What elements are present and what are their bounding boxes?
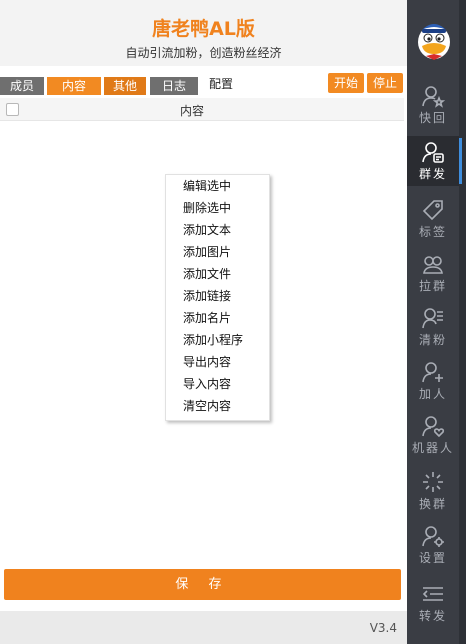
status-bar: V3.4 bbox=[0, 611, 407, 644]
user-heart-icon bbox=[422, 416, 445, 438]
sidebar-item-label: 加人 bbox=[418, 387, 447, 401]
menu-item-clear-content[interactable]: 清空内容 bbox=[183, 397, 231, 415]
sidebar-item-label: 快回 bbox=[418, 111, 447, 125]
sidebar-item-quick-reply[interactable]: 快回 bbox=[407, 80, 459, 130]
sidebar-item-label: 转发 bbox=[418, 609, 447, 623]
context-menu: 编辑选中 删除选中 添加文本 添加图片 添加文件 添加链接 添加名片 添加小程序… bbox=[165, 174, 270, 421]
group-icon bbox=[423, 256, 443, 274]
config-label: 配置 bbox=[209, 77, 234, 91]
app-title: 唐老鸭AL版 bbox=[152, 18, 255, 40]
sidebar-item-add-people[interactable]: 加人 bbox=[407, 356, 459, 406]
stop-button[interactable]: 停止 bbox=[367, 73, 403, 93]
column-header-content: 内容 bbox=[179, 104, 204, 118]
user-message-icon bbox=[422, 142, 444, 163]
sidebar-item-switch-group[interactable]: 换群 bbox=[407, 466, 459, 516]
user-add-icon bbox=[422, 362, 443, 383]
sidebar-item-settings[interactable]: 设置 bbox=[407, 520, 459, 570]
sidebar-item-clean-fans[interactable]: 清粉 bbox=[407, 302, 459, 352]
sidebar-item-label: 拉群 bbox=[418, 279, 447, 293]
sidebar-item-label: 设置 bbox=[418, 551, 447, 565]
sidebar-item-label: 机器人 bbox=[411, 441, 454, 455]
menu-item-add-miniprogram[interactable]: 添加小程序 bbox=[183, 331, 243, 349]
sidebar-edge bbox=[459, 0, 466, 644]
sidebar-item-robot[interactable]: 机器人 bbox=[407, 410, 459, 460]
sparkle-icon bbox=[423, 472, 443, 492]
menu-item-add-card[interactable]: 添加名片 bbox=[183, 309, 231, 327]
tab-bar: 成员 内容 其他 日志 配置 开始 停止 bbox=[0, 72, 407, 96]
table-header: 内容 bbox=[0, 98, 404, 121]
menu-item-add-link[interactable]: 添加链接 bbox=[183, 287, 231, 305]
user-gear-icon bbox=[422, 526, 444, 547]
sidebar-item-tags[interactable]: 标签 bbox=[407, 194, 459, 244]
tab-log[interactable]: 日志 bbox=[150, 77, 198, 95]
sidebar-item-label: 换群 bbox=[418, 497, 447, 511]
forward-list-icon bbox=[422, 587, 443, 601]
version-label: V3.4 bbox=[369, 621, 397, 635]
user-list-icon bbox=[422, 308, 443, 329]
menu-item-add-text[interactable]: 添加文本 bbox=[183, 221, 231, 239]
sidebar-item-label: 群发 bbox=[418, 167, 447, 181]
active-indicator bbox=[459, 138, 462, 184]
save-button[interactable]: 保 存 bbox=[4, 569, 401, 600]
menu-item-export-content[interactable]: 导出内容 bbox=[183, 353, 231, 371]
main-panel: 唐老鸭AL版 自动引流加粉，创造粉丝经济 成员 内容 其他 日志 配置 开始 停… bbox=[0, 0, 407, 644]
tab-content[interactable]: 内容 bbox=[47, 77, 101, 95]
sidebar-item-pull-group[interactable]: 拉群 bbox=[407, 248, 459, 298]
menu-item-delete-selected[interactable]: 删除选中 bbox=[183, 199, 231, 217]
menu-item-import-content[interactable]: 导入内容 bbox=[183, 375, 231, 393]
app-subtitle: 自动引流加粉，创造粉丝经济 bbox=[125, 46, 282, 60]
tab-other[interactable]: 其他 bbox=[104, 77, 146, 95]
app-header: 唐老鸭AL版 自动引流加粉，创造粉丝经济 bbox=[0, 0, 407, 66]
menu-item-add-image[interactable]: 添加图片 bbox=[183, 243, 231, 261]
tab-members[interactable]: 成员 bbox=[0, 77, 44, 95]
sidebar-item-label: 清粉 bbox=[418, 333, 447, 347]
tag-icon bbox=[422, 200, 443, 221]
sidebar-item-label: 标签 bbox=[418, 225, 447, 239]
menu-item-edit-selected[interactable]: 编辑选中 bbox=[183, 177, 231, 195]
user-star-icon bbox=[422, 86, 445, 108]
sidebar-item-broadcast[interactable]: 群发 bbox=[407, 136, 459, 186]
donald-duck-logo-icon bbox=[418, 24, 450, 60]
menu-item-add-file[interactable]: 添加文件 bbox=[183, 265, 231, 283]
sidebar-item-forward[interactable]: 转发 bbox=[407, 578, 459, 628]
start-button[interactable]: 开始 bbox=[328, 73, 364, 93]
